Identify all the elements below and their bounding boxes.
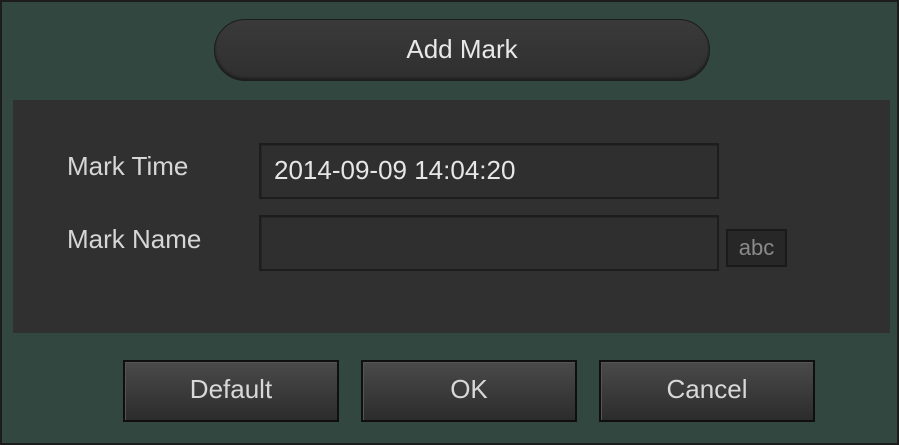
mark-time-label: Mark Time bbox=[67, 151, 188, 182]
mark-name-input[interactable] bbox=[259, 215, 719, 271]
add-mark-dialog: Add Mark Mark Time 2014-09-09 14:04:20 M… bbox=[0, 0, 899, 445]
dialog-title-bar: Add Mark bbox=[214, 19, 710, 81]
keyboard-toggle-button[interactable]: abc bbox=[726, 229, 787, 267]
ok-button[interactable]: OK bbox=[361, 360, 577, 422]
default-button[interactable]: Default bbox=[123, 360, 339, 422]
mark-time-field[interactable]: 2014-09-09 14:04:20 bbox=[259, 143, 719, 199]
mark-name-label: Mark Name bbox=[67, 224, 201, 255]
dialog-title: Add Mark bbox=[215, 34, 709, 65]
cancel-button[interactable]: Cancel bbox=[599, 360, 815, 422]
